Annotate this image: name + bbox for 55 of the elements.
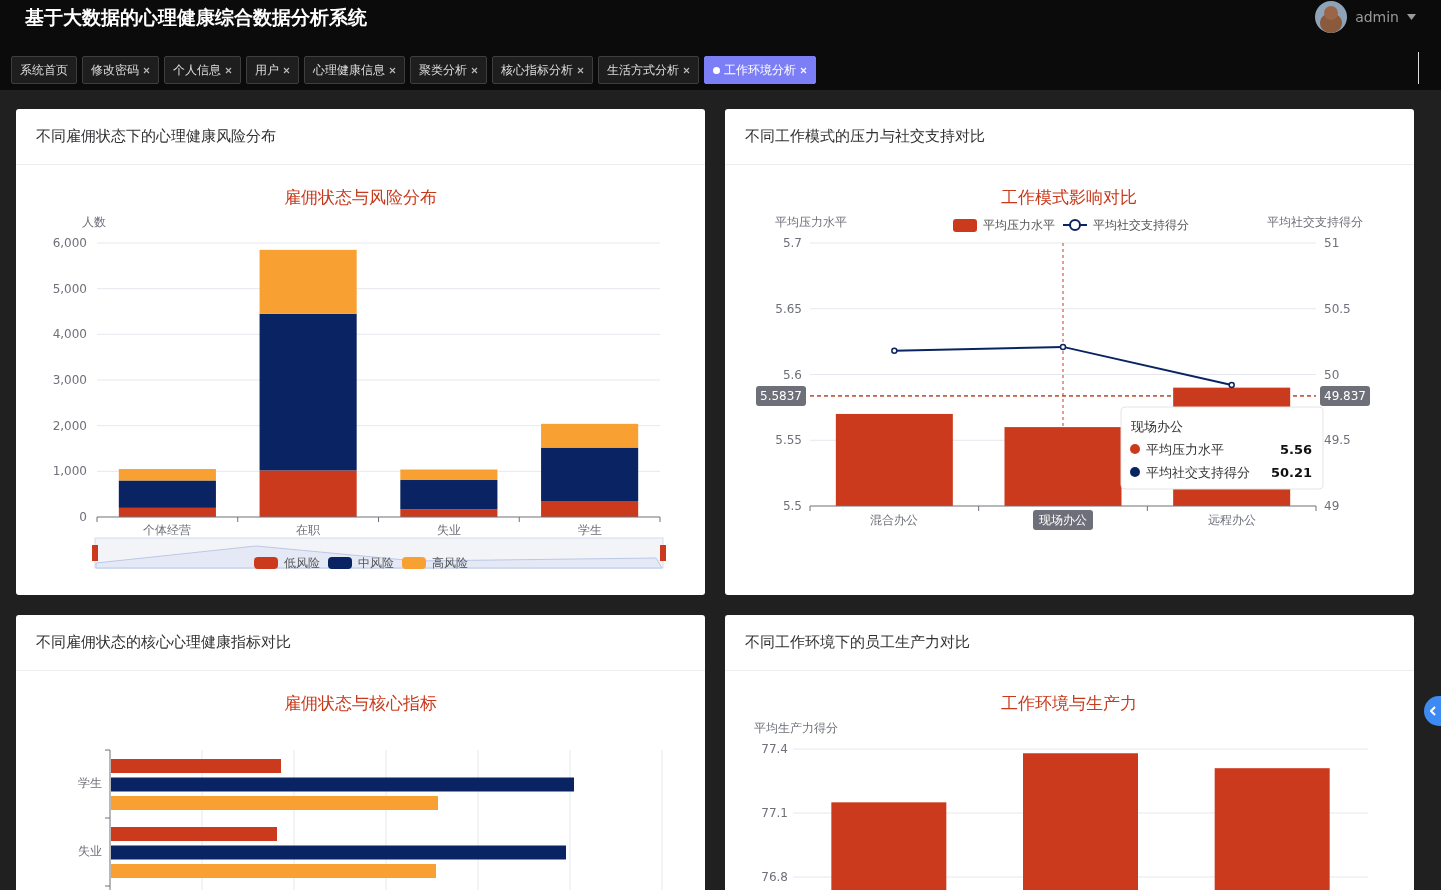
category-label: 在职 — [296, 523, 321, 537]
tick-label: 1,000 — [52, 464, 87, 479]
chart-title: 雇佣状态与风险分布 — [283, 187, 437, 207]
tick-label: 51 — [1324, 236, 1340, 250]
category-label: 远程办公 — [1207, 513, 1256, 527]
category-label: 学生 — [577, 523, 602, 537]
chart-title: 雇佣状态与核心指标 — [283, 693, 437, 713]
tick-label: 2,000 — [52, 418, 87, 433]
average-label: 49.837 — [1320, 385, 1370, 406]
legend-label: 中风险 — [358, 556, 394, 570]
category-label: 失业 — [78, 844, 102, 858]
tick-label: 0 — [79, 510, 87, 524]
chart-title: 工作模式影响对比 — [1001, 187, 1137, 207]
tooltip-label: 平均压力水平 — [1146, 442, 1224, 457]
category-label: 混合办公 — [870, 513, 919, 527]
tick-label: 77.1 — [761, 806, 788, 820]
tick-label: 6,000 — [52, 236, 87, 250]
legend-label: 平均压力水平 — [983, 218, 1055, 232]
tooltip-label: 平均社交支持得分 — [1146, 465, 1250, 480]
card-title: 不同雇佣状态下的心理健康风险分布 — [16, 109, 705, 165]
tick-label: 4,000 — [52, 327, 87, 342]
app-title: 基于大数据的心理健康综合数据分析系统 — [25, 5, 368, 30]
tooltip-title: 现场办公 — [1131, 419, 1183, 434]
tick-label: 5.55 — [775, 433, 802, 448]
tick-label: 5.6 — [782, 367, 802, 382]
axis-pointer-label: 现场办公 — [1033, 510, 1093, 530]
chart-title: 工作环境与生产力 — [1001, 693, 1137, 713]
tick-label: 49.5 — [1324, 433, 1351, 448]
tick-label: 5.65 — [775, 301, 802, 316]
tick-label: 50.5 — [1324, 301, 1351, 316]
category-label: 学生 — [78, 776, 102, 790]
average-label: 5.5837 — [756, 385, 806, 406]
card-title: 不同工作环境下的员工生产力对比 — [725, 615, 1414, 671]
tick-label: 3,000 — [52, 373, 87, 387]
tooltip-value: 50.21 — [1270, 465, 1312, 480]
card-title: 不同雇佣状态的核心心理健康指标对比 — [16, 615, 705, 671]
axis-title: 平均社交支持得分 — [1267, 215, 1363, 229]
axis-title: 平均压力水平 — [775, 215, 847, 229]
legend-label: 平均社交支持得分 — [1093, 218, 1189, 232]
legend-label: 高风险 — [432, 556, 468, 570]
x-tick-label: 现场办公 — [1039, 513, 1087, 527]
legend-label: 低风险 — [284, 556, 320, 570]
axis-title: 人数 — [82, 215, 106, 229]
tick-label: 77.4 — [761, 742, 788, 756]
tick-label: 5.7 — [782, 236, 802, 250]
tick-label: 76.8 — [761, 870, 788, 884]
tooltip-value: 5.56 — [1279, 442, 1312, 457]
tick-label: 50 — [1324, 367, 1340, 382]
card-title: 不同工作模式的压力与社交支持对比 — [725, 109, 1414, 165]
axis-title: 平均生产力得分 — [754, 721, 838, 735]
tick-label: 5.5 — [782, 499, 802, 513]
tick-label: 49 — [1324, 499, 1340, 513]
category-label: 个体经营 — [143, 523, 192, 537]
tick-label: 5,000 — [52, 281, 87, 296]
category-label: 失业 — [436, 523, 461, 537]
